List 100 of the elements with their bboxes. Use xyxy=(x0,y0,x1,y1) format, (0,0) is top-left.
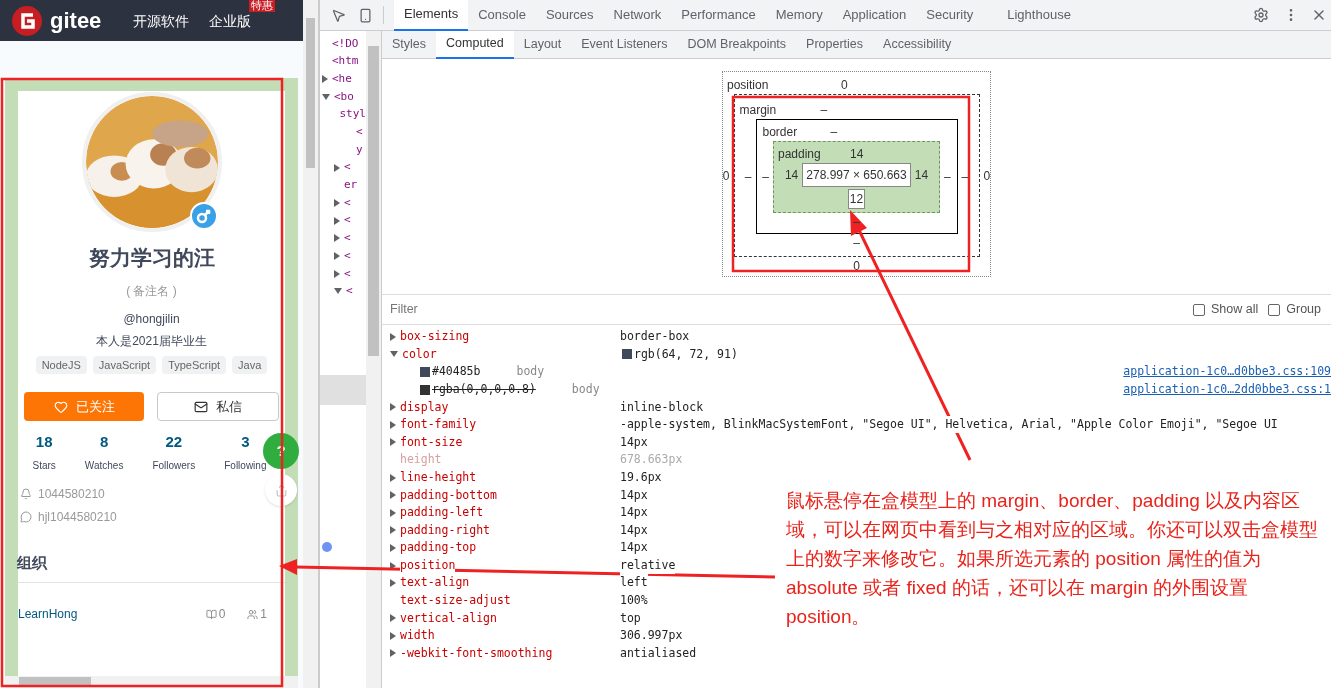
stylesheet-link[interactable]: application-1c0…2dd0bbe3.css:1 xyxy=(1123,380,1331,399)
inspect-icon[interactable] xyxy=(331,7,346,23)
promo-badge: 特惠 xyxy=(249,0,276,12)
filter-field[interactable]: Filter xyxy=(390,300,1183,319)
property-name: text-size-adjust xyxy=(400,593,511,608)
checkbox[interactable] xyxy=(1193,303,1205,316)
collapsed-triangle-icon[interactable] xyxy=(334,252,340,261)
margin-value[interactable]: – xyxy=(849,234,864,252)
property-name: vertical-align xyxy=(400,610,497,625)
nav-link[interactable]: 开源软件 xyxy=(133,12,190,29)
property-value: 14px xyxy=(620,504,648,522)
sidebar-tab[interactable]: Event Listeners xyxy=(571,30,678,59)
panel-tab[interactable]: Lighthouse xyxy=(997,0,1081,31)
dom-node[interactable]: < xyxy=(344,194,351,212)
expanded-triangle-icon[interactable] xyxy=(334,288,342,295)
collapsed-triangle-icon[interactable] xyxy=(334,163,340,172)
dom-node[interactable]: <htm xyxy=(332,53,359,70)
skill-tag[interactable]: JavaScript xyxy=(92,355,157,374)
org-link[interactable]: LearnHong xyxy=(18,605,206,623)
padding-value[interactable]: 14 xyxy=(846,145,868,163)
tree-scrollbar[interactable] xyxy=(366,31,381,688)
panel-tab[interactable]: Elements xyxy=(394,0,469,31)
collapsed-triangle-icon[interactable] xyxy=(334,216,340,225)
collapsed-triangle-icon[interactable] xyxy=(334,199,340,208)
sidebar-tab[interactable]: DOM Breakpoints xyxy=(677,30,797,59)
margin-box[interactable]: margin – – border – – padding 14 14 278.997 × 650.663 14 12 – – – – xyxy=(733,94,980,257)
property-name: padding-left xyxy=(400,505,484,520)
border-value[interactable]: – xyxy=(758,168,773,186)
margin-value[interactable]: – xyxy=(816,101,832,119)
settings-icon[interactable] xyxy=(1253,7,1269,23)
dom-node[interactable]: < xyxy=(344,247,351,265)
dom-node[interactable]: < xyxy=(344,265,351,283)
border-value[interactable]: – xyxy=(940,168,955,186)
position-box[interactable]: position 0 0 margin – – border – – padding 14 14 278.997 × 650.663 14 12 – – – – 0 0 xyxy=(722,71,991,277)
sidebar-tab[interactable]: Computed xyxy=(436,30,514,59)
dom-node[interactable]: < xyxy=(344,159,351,176)
collapsed-triangle-icon[interactable] xyxy=(322,75,328,84)
panel-tab[interactable]: Security xyxy=(916,0,984,31)
dom-node[interactable]: styl xyxy=(339,106,366,123)
sidebar-tab[interactable]: Styles xyxy=(382,30,437,59)
position-value[interactable]: 0 xyxy=(837,76,852,94)
gender-icon xyxy=(189,202,218,230)
share-button[interactable] xyxy=(265,474,297,506)
logo-text[interactable]: gitee xyxy=(50,4,102,37)
box-label: margin xyxy=(738,102,778,119)
panel-tab[interactable]: Console xyxy=(468,0,536,31)
padding-value[interactable]: 14 xyxy=(910,166,933,184)
checkbox-label[interactable]: Group xyxy=(1286,300,1321,319)
dom-node[interactable]: < xyxy=(346,283,353,300)
panel-tab[interactable]: Application xyxy=(832,0,917,31)
sidebar-tab[interactable]: Layout xyxy=(513,30,572,59)
margin-value[interactable]: – xyxy=(740,167,756,186)
dom-node[interactable]: <he xyxy=(332,70,352,88)
color-swatch[interactable] xyxy=(420,384,430,395)
dom-node[interactable]: < xyxy=(344,212,351,229)
panel-tab[interactable]: Performance xyxy=(671,0,766,31)
padding-input[interactable]: 12 xyxy=(847,189,866,209)
box-label: position xyxy=(727,77,770,94)
skill-tag[interactable]: TypeScript xyxy=(162,355,227,374)
panel-tab[interactable]: Network xyxy=(603,0,672,31)
skill-tag[interactable]: NodeJS xyxy=(35,355,87,374)
property-name: padding-top xyxy=(400,540,477,555)
dom-node[interactable]: er xyxy=(344,177,358,194)
device-icon[interactable] xyxy=(358,7,373,23)
panel-tab[interactable]: Sources xyxy=(535,0,604,31)
property-value: -apple-system, BlinkMacSystemFont, "Segoe UI", Helvetica, Arial, "Apple Color Emoji", "Segoe UI xyxy=(620,416,1278,434)
stat-link[interactable]: 22 Followers xyxy=(152,431,196,473)
trace-source: body xyxy=(571,380,600,398)
stylesheet-link[interactable]: application-1c0…d0bbe3.css:109 xyxy=(1123,363,1331,381)
expanded-triangle-icon[interactable] xyxy=(322,93,330,100)
dom-node[interactable]: < xyxy=(344,230,351,247)
border-value[interactable]: – xyxy=(826,123,842,141)
trace-value: rgba(0,0,0,0.8) xyxy=(432,380,536,398)
dom-node[interactable]: <bo xyxy=(334,88,354,106)
vertical-scrollbar[interactable] xyxy=(303,0,318,688)
border-box[interactable]: border – – padding 14 14 278.997 × 650.663 14 12 – – xyxy=(755,119,958,234)
nav-link[interactable]: 企业版 xyxy=(209,12,252,29)
padding-box[interactable]: padding 14 14 278.997 × 650.663 14 12 xyxy=(773,141,940,213)
margin-value[interactable]: – xyxy=(957,167,973,186)
padding-value[interactable]: 14 xyxy=(780,166,803,184)
content-size[interactable]: 278.997 × 650.663 xyxy=(802,163,911,187)
color-swatch[interactable] xyxy=(622,349,632,360)
stat-link[interactable]: 8 Watches xyxy=(84,431,124,473)
position-value[interactable]: 0 xyxy=(849,257,864,275)
stat-link[interactable]: 18 Stars xyxy=(32,431,56,473)
logo-icon[interactable] xyxy=(12,5,42,36)
checkbox[interactable] xyxy=(1268,303,1281,316)
collapsed-triangle-icon[interactable] xyxy=(334,234,340,243)
dom-node[interactable]: y xyxy=(356,141,363,159)
sidebar-tab[interactable]: Accessibility xyxy=(873,30,962,59)
collapsed-triangle-icon[interactable] xyxy=(334,269,340,278)
color-swatch[interactable] xyxy=(420,367,430,377)
message-button[interactable]: 私信 xyxy=(157,392,279,421)
property-name: font-size xyxy=(400,434,463,449)
checkbox-label[interactable]: Show all xyxy=(1211,300,1259,319)
dom-node[interactable]: < xyxy=(356,124,363,141)
sidebar-tab[interactable]: Properties xyxy=(796,30,874,59)
panel-tab[interactable]: Memory xyxy=(765,0,833,31)
dom-node[interactable]: <!DO xyxy=(332,35,359,53)
skill-tag[interactable]: Java xyxy=(232,355,268,374)
